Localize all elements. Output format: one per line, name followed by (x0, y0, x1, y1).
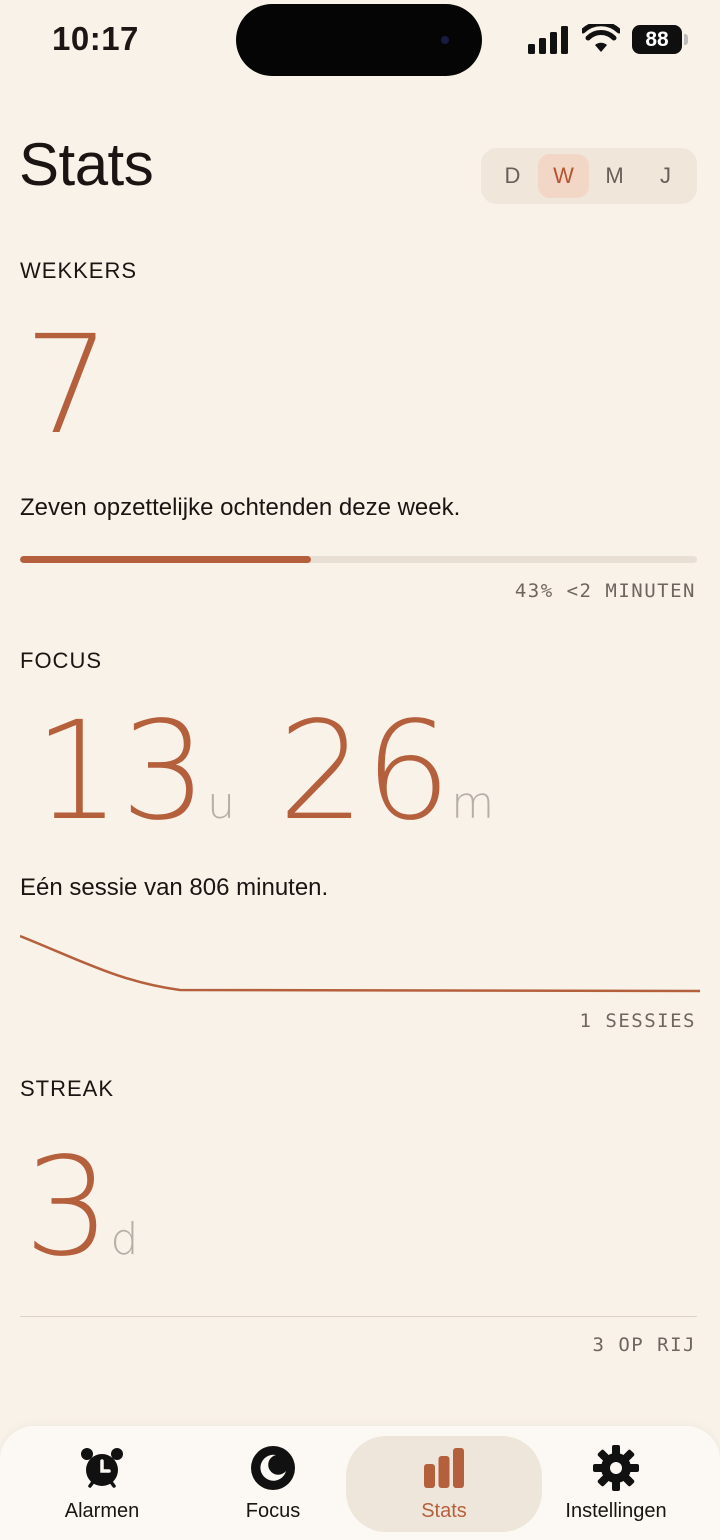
period-selector: D W M J (481, 148, 697, 204)
page-title: Stats (19, 131, 154, 198)
focus-duration: 13u 26m (34, 704, 494, 840)
tab-label-alarmen: Alarmen (64, 1500, 140, 1522)
wifi-icon (582, 24, 620, 52)
gear-icon (593, 1445, 639, 1491)
tab-instellingen[interactable]: Instellingen (526, 1436, 706, 1532)
wekkers-description: Zeven opzettelijke ochtenden deze week. (20, 494, 461, 521)
focus-hours: 13 (34, 693, 208, 851)
tab-alarmen[interactable]: Alarmen (12, 1436, 192, 1532)
tab-stats[interactable]: Stats (346, 1436, 542, 1532)
period-option-day[interactable]: D (487, 154, 538, 198)
tab-label-stats: Stats (421, 1500, 467, 1522)
period-option-week[interactable]: W (538, 154, 589, 198)
section-label-focus: FOCUS (20, 648, 102, 673)
wekkers-progress-bar (20, 556, 697, 563)
period-option-month[interactable]: M (589, 154, 640, 198)
streak-count: 3d (24, 1140, 138, 1276)
section-label-wekkers: WEKKERS (20, 258, 138, 283)
moon-icon (251, 1446, 295, 1490)
alarm-clock-icon (81, 1448, 123, 1488)
focus-hours-unit: u (207, 778, 235, 829)
streak-value: 3 (24, 1129, 111, 1287)
battery-indicator: 88 (632, 25, 682, 54)
focus-session-curve (20, 934, 700, 993)
tab-label-focus: Focus (245, 1500, 301, 1522)
wekkers-count: 7 (24, 307, 111, 465)
status-bar: 10:17 88 (0, 0, 720, 80)
focus-caption: 1 SESSIES (579, 1010, 696, 1032)
battery-tip (684, 34, 688, 45)
streak-unit: d (110, 1214, 139, 1265)
bar-chart-icon (424, 1448, 464, 1488)
focus-description: Eén sessie van 806 minuten. (20, 874, 329, 901)
focus-minutes: 26 (278, 693, 452, 851)
status-time: 10:17 (52, 20, 139, 57)
wekkers-progress-fill (20, 556, 312, 563)
tab-focus[interactable]: Focus (183, 1436, 363, 1532)
streak-divider (20, 1316, 697, 1317)
dynamic-island (236, 4, 482, 76)
battery-level: 88 (645, 27, 669, 51)
focus-minutes-unit: m (451, 778, 495, 829)
streak-caption: 3 OP RIJ (592, 1334, 696, 1356)
tab-label-instellingen: Instellingen (565, 1500, 667, 1522)
wekkers-caption: 43% <2 MINUTEN (514, 580, 696, 602)
cellular-signal-icon (528, 26, 568, 54)
period-option-year[interactable]: J (640, 154, 691, 198)
tab-bar: Alarmen Focus Stats Instellingen (0, 1426, 720, 1540)
section-label-streak: STREAK (20, 1076, 115, 1101)
camera-dot (441, 36, 449, 44)
